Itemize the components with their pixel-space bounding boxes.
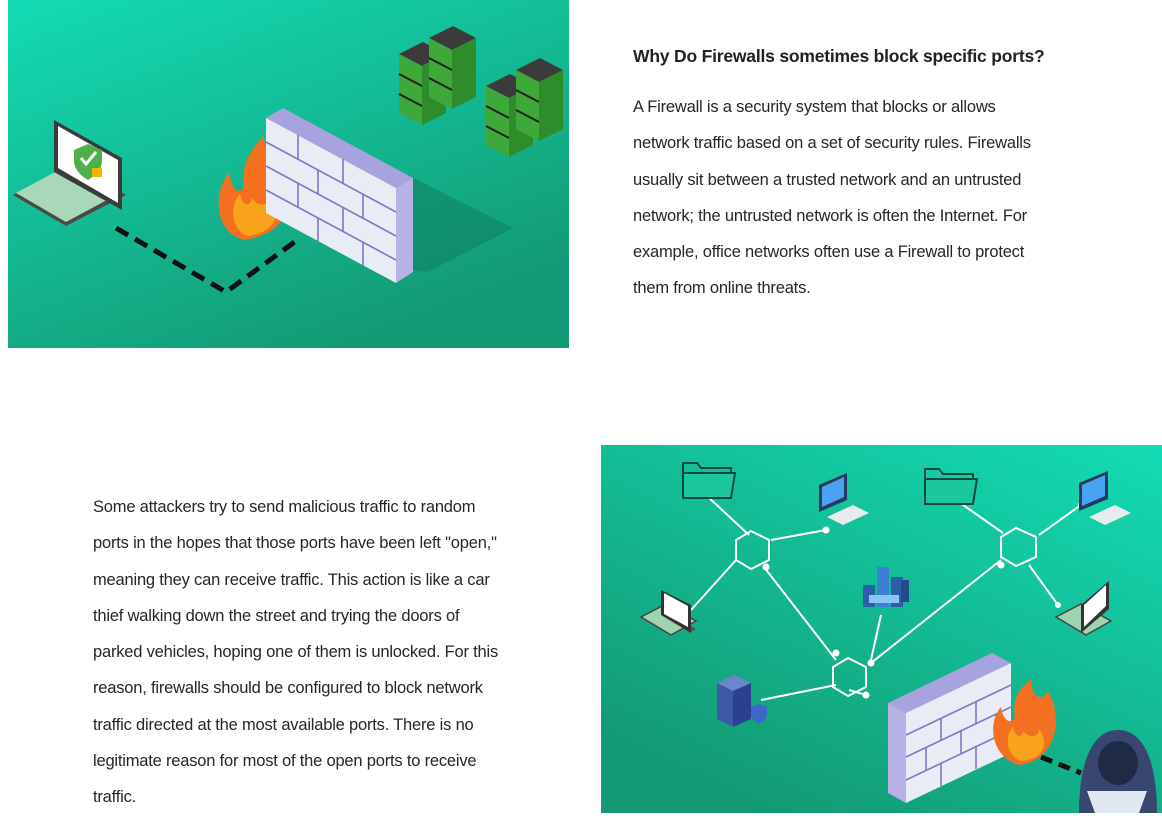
- paragraph-line: thief walking down the street and trying…: [93, 606, 460, 625]
- firewall-illustration-top: [8, 0, 569, 348]
- paragraph-line: ports in the hopes that those ports have…: [93, 534, 497, 553]
- paragraph-line: network; the untrusted network is often …: [633, 206, 1027, 225]
- paragraph-line: them from online threats.: [633, 279, 811, 298]
- paragraph-line: traffic directed at the most available p…: [93, 715, 474, 734]
- network-illustration-bottom: [601, 445, 1162, 813]
- paragraph-line: traffic.: [93, 788, 137, 807]
- section-heading: Why Do Firewalls sometimes block specifi…: [633, 46, 1045, 66]
- paragraph-line: A Firewall is a security system that blo…: [633, 98, 996, 116]
- paragraph-line: usually sit between a trusted network an…: [633, 170, 1022, 189]
- firewall-explanation-section: Why Do Firewalls sometimes block specifi…: [633, 46, 1103, 307]
- paragraph-line: Some attackers try to send malicious tra…: [93, 498, 476, 516]
- paragraph-line: parked vehicles, hoping one of them is u…: [93, 643, 498, 662]
- paragraph-line: network traffic based on a set of securi…: [633, 134, 1031, 153]
- paragraph-line: example, office networks often use a Fir…: [633, 243, 1025, 262]
- paragraph-line: meaning they can receive traffic. This a…: [93, 570, 490, 589]
- open-ports-section: Some attackers try to send malicious tra…: [93, 489, 563, 816]
- paragraph-line: reason, firewalls should be configured t…: [93, 679, 483, 698]
- paragraph-line: legitimate reason for most of the open p…: [93, 752, 477, 771]
